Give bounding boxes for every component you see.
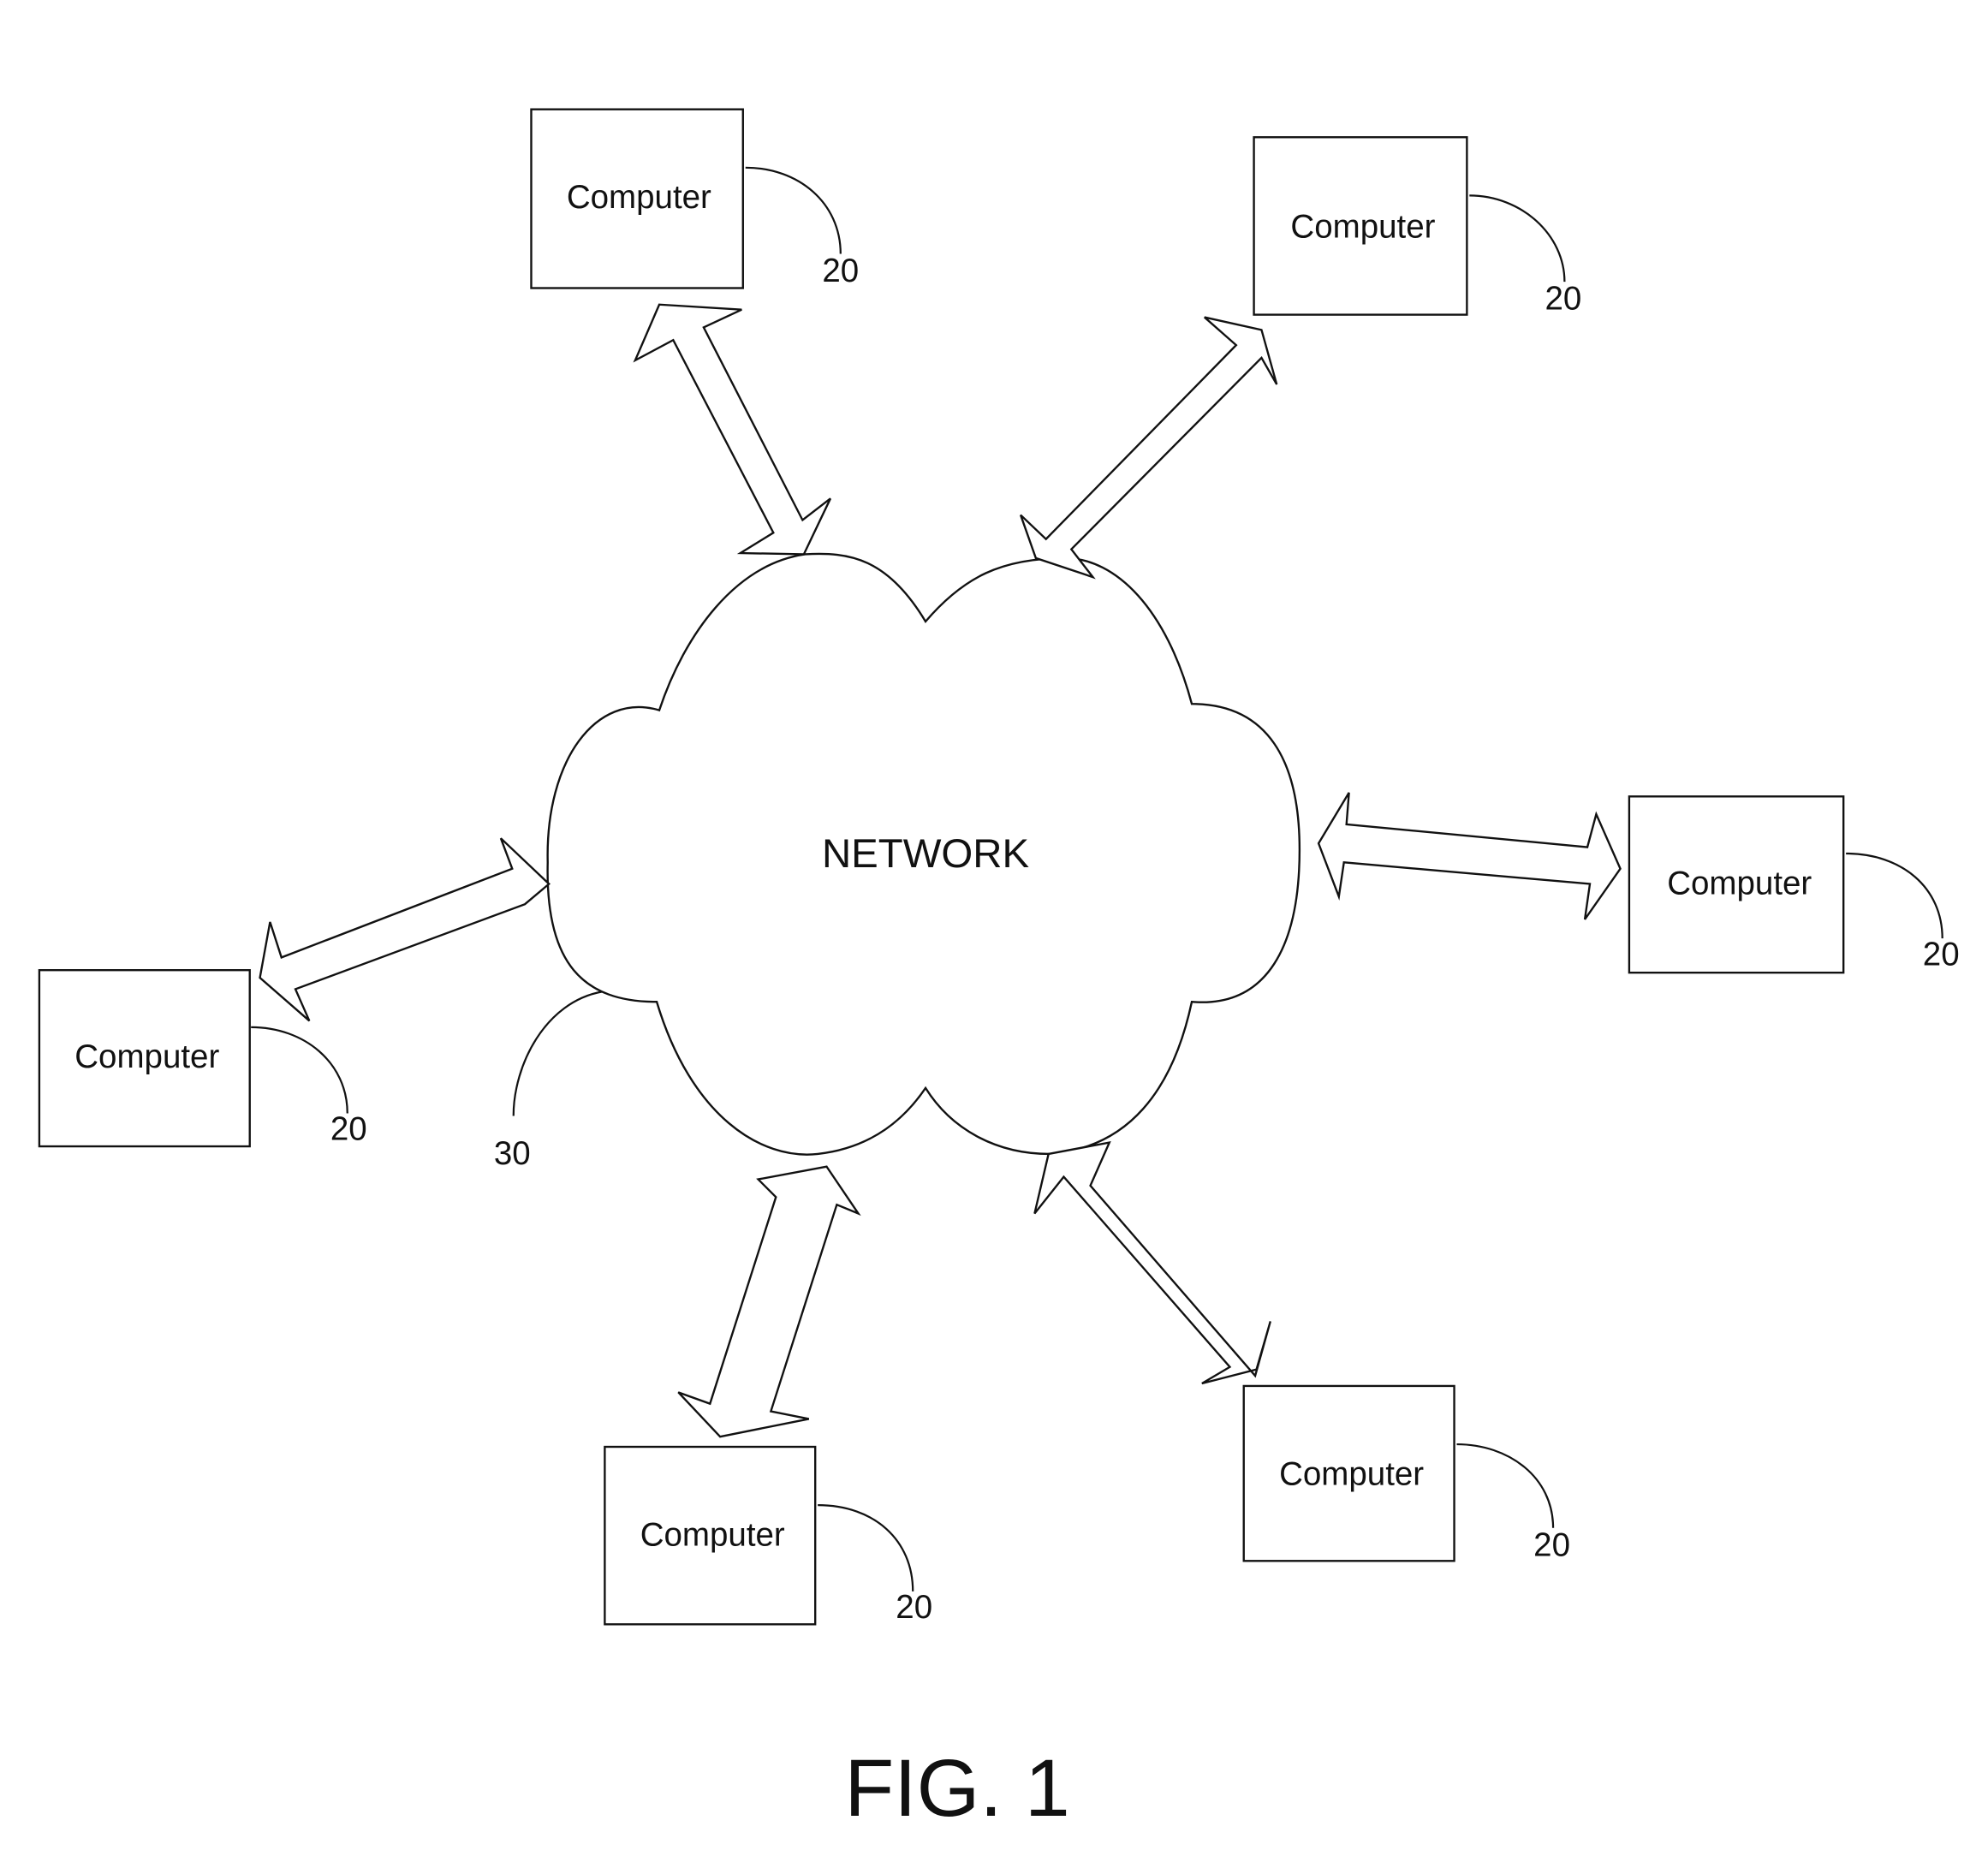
bidirectional-arrow-bottom-left [677, 1165, 861, 1438]
ref-leader [745, 166, 842, 254]
computer-left: Computer 20 [38, 969, 367, 1148]
computer-top-right: Computer 20 [1253, 136, 1581, 318]
computer-label: Computer [74, 1038, 219, 1075]
network-cloud: NETWORK 30 [494, 552, 1301, 1172]
ref-number: 20 [1545, 281, 1581, 318]
ref-number: 20 [1923, 936, 1960, 973]
computer-right: Computer 20 [1628, 795, 1960, 974]
ref-leader [1456, 1443, 1555, 1528]
bidirectional-arrow-top-right [1019, 316, 1278, 580]
ref-number: 20 [896, 1589, 932, 1626]
bidirectional-arrow-right [1317, 792, 1622, 920]
network-diagram: NETWORK 30 Computer 20 Computer 20 Compu… [38, 108, 1960, 1834]
ref-number: 20 [330, 1111, 367, 1148]
bidirectional-arrow-left [259, 837, 551, 1022]
computer-label: Computer [1279, 1455, 1424, 1492]
computer-label: Computer [567, 179, 711, 216]
computer-label: Computer [1290, 208, 1435, 245]
computer-top-left: Computer 20 [530, 108, 859, 289]
ref-leader [1469, 194, 1566, 283]
network-ref-number: 30 [494, 1135, 531, 1172]
bidirectional-arrow-bottom-right [1033, 1141, 1271, 1385]
ref-leader [818, 1504, 914, 1591]
ref-number: 20 [822, 253, 859, 289]
computer-bottom-left: Computer 20 [604, 1445, 932, 1626]
ref-number: 20 [1533, 1526, 1570, 1563]
computer-bottom-right: Computer 20 [1242, 1384, 1570, 1563]
network-label: NETWORK [822, 831, 1030, 877]
network-ref-leader [512, 991, 603, 1116]
bidirectional-arrow-top-left [633, 303, 832, 556]
computer-label: Computer [1667, 865, 1812, 901]
ref-leader [1846, 852, 1943, 939]
figure-caption: FIG. 1 [844, 1743, 1069, 1834]
ref-leader [251, 1026, 348, 1114]
computer-label: Computer [640, 1517, 785, 1554]
